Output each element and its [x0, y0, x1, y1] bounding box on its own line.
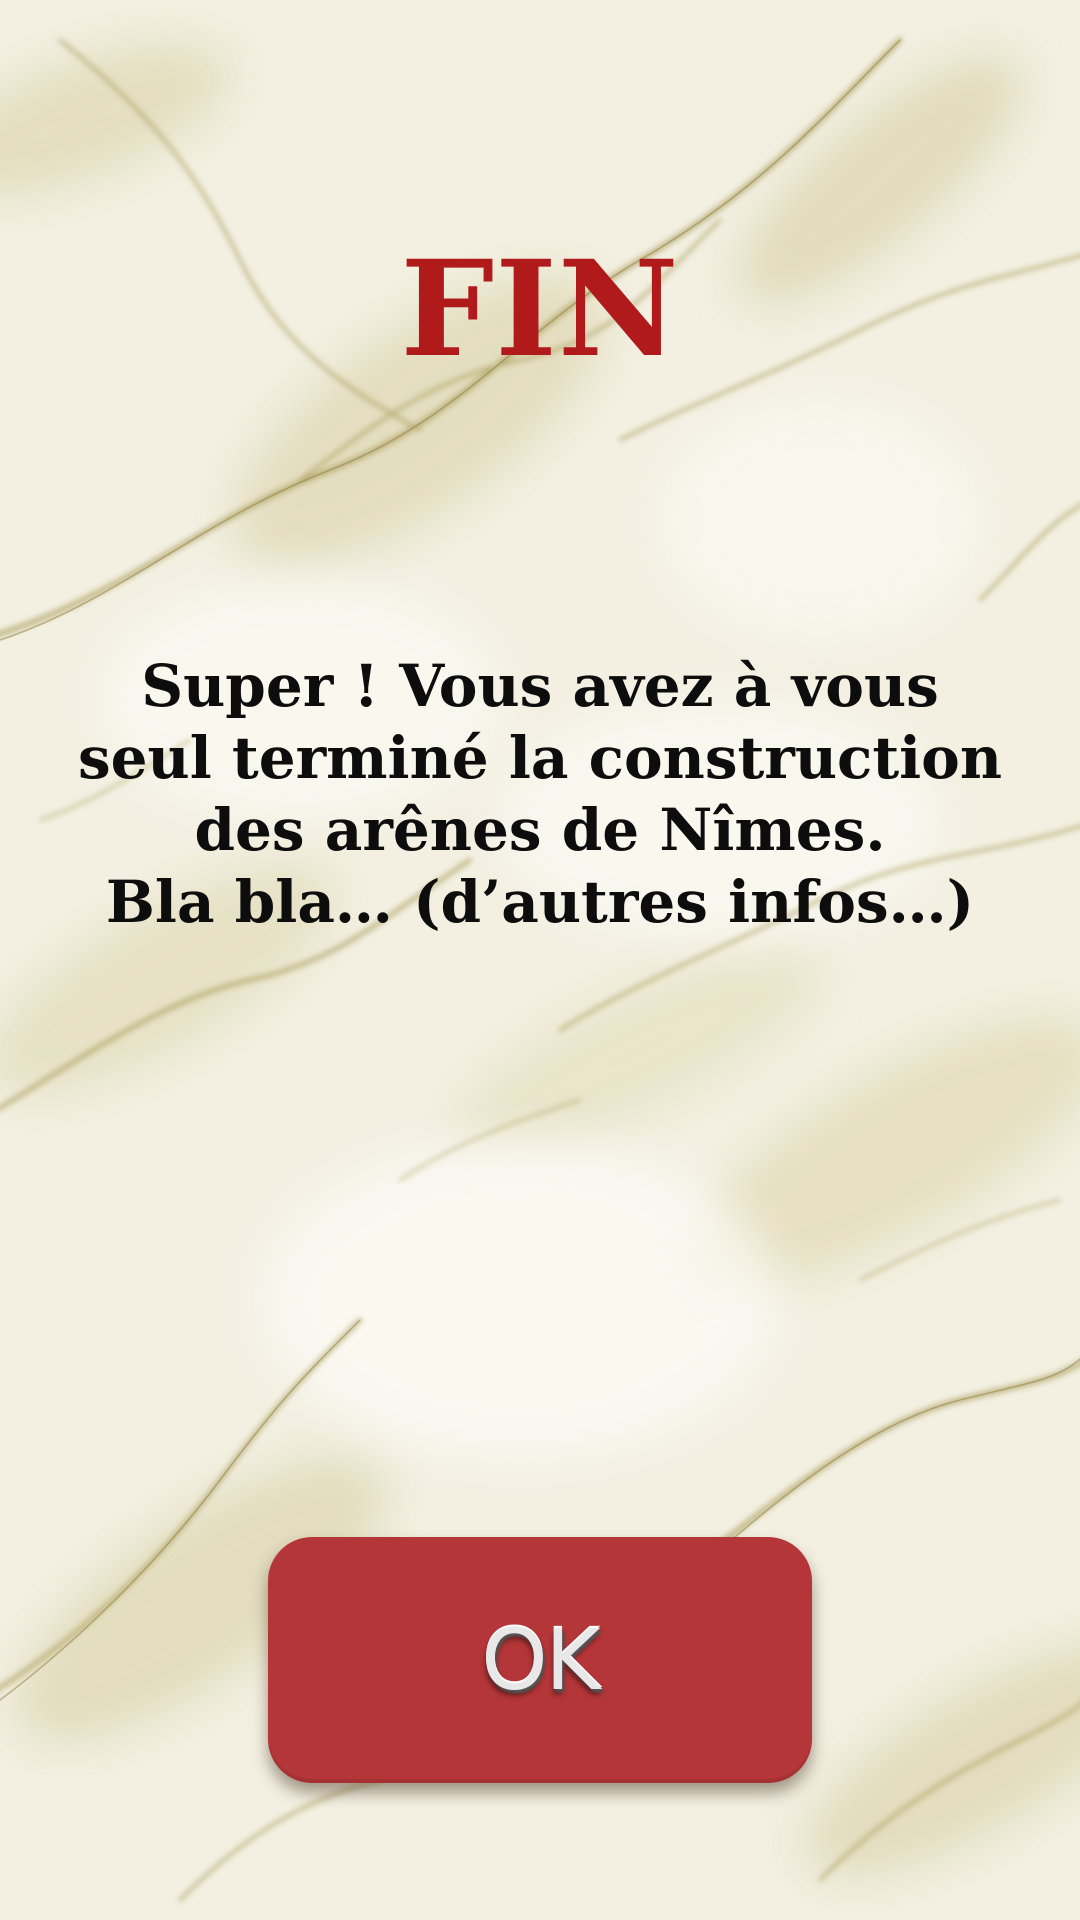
ok-button-label: OK [481, 1611, 600, 1709]
end-message-line: seul terminé la construction [77, 724, 1002, 792]
end-message-line: Super ! Vous avez à vous [141, 652, 939, 720]
end-screen: FIN Super ! Vous avez à vous seul termin… [0, 0, 1080, 1920]
end-title: FIN [400, 232, 680, 387]
end-message-line: Bla bla… (d’autres infos…) [105, 868, 975, 936]
end-message: Super ! Vous avez à vous seul terminé la… [60, 650, 1020, 938]
end-message-line: des arênes de Nîmes. [194, 796, 886, 864]
ok-button[interactable]: OK [268, 1537, 812, 1783]
